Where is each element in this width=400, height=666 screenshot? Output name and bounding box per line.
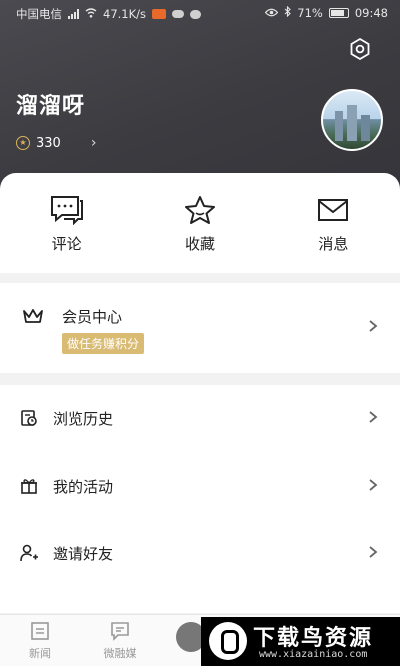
favorites-button[interactable]: 收藏 <box>133 173 266 273</box>
tab-label: 微融媒 <box>103 647 137 660</box>
chevron-right-icon <box>369 411 378 423</box>
chevron-right-icon <box>369 546 378 558</box>
watermark: 下载鸟资源 www.xiazainiao.com <box>201 617 400 666</box>
menu-list: 浏览历史 我的活动 邀请好友 <box>0 385 400 613</box>
cloud-icon <box>172 10 185 18</box>
wifi-icon <box>85 7 97 21</box>
clock: 09:48 <box>354 6 388 20</box>
comment-icon <box>50 196 83 225</box>
add-user-icon <box>20 544 38 562</box>
profile-header: 中国电信 47.1K/s 71% 09:48 溜溜呀 ★ 330 › <box>0 0 400 200</box>
signal-icon <box>68 9 79 19</box>
eye-icon <box>264 6 279 20</box>
bluetooth-icon <box>284 5 292 20</box>
menu-label: 邀请好友 <box>53 545 114 563</box>
battery-icon <box>328 8 349 18</box>
username[interactable]: 溜溜呀 <box>16 88 85 120</box>
menu-label: 我的活动 <box>53 478 114 496</box>
points-link[interactable]: ★ 330 › <box>16 135 96 151</box>
history-icon <box>21 410 37 426</box>
gift-icon <box>21 479 37 494</box>
menu-label: 浏览历史 <box>53 410 114 428</box>
avatar[interactable] <box>321 89 383 151</box>
points-value: 330 <box>36 135 61 151</box>
favorites-label: 收藏 <box>184 235 215 253</box>
carrier-label: 中国电信 <box>16 7 62 21</box>
menu-item-invite[interactable]: 邀请好友 <box>0 520 400 586</box>
crown-icon <box>23 309 43 323</box>
app-notification-icon <box>152 9 167 19</box>
comment-label: 评论 <box>51 235 82 253</box>
member-center-title: 会员中心 <box>62 308 123 326</box>
status-bar: 中国电信 47.1K/s 71% 09:48 <box>0 0 400 28</box>
watermark-logo <box>209 622 247 660</box>
chevron-right-icon <box>369 320 378 332</box>
settings-icon[interactable] <box>348 37 372 61</box>
star-icon <box>184 196 215 224</box>
menu-item-history[interactable]: 浏览历史 <box>0 385 400 451</box>
comment-button[interactable]: 评论 <box>0 173 133 273</box>
tab-media[interactable]: 微融媒 <box>95 621 145 661</box>
media-icon <box>111 622 129 641</box>
news-icon <box>31 622 49 640</box>
network-speed: 47.1K/s <box>103 7 147 21</box>
chevron-right-icon <box>369 479 378 491</box>
menu-item-activities[interactable]: 我的活动 <box>0 453 400 519</box>
messages-button[interactable]: 消息 <box>267 173 400 273</box>
watermark-url: www.xiazainiao.com <box>259 649 368 660</box>
tab-news[interactable]: 新闻 <box>15 621 65 661</box>
chevron-right-icon: › <box>90 135 97 151</box>
messages-label: 消息 <box>318 235 349 253</box>
battery-percent: 71% <box>297 6 323 20</box>
chat-icon <box>190 9 202 19</box>
mail-icon <box>318 199 349 221</box>
quick-actions: 评论 收藏 消息 <box>0 173 400 273</box>
coin-icon: ★ <box>16 136 30 150</box>
tab-label: 新闻 <box>29 647 51 660</box>
watermark-text: 下载鸟资源 <box>253 626 374 651</box>
earn-points-badge[interactable]: 做任务赚积分 <box>62 333 145 354</box>
member-center-item[interactable]: 会员中心 做任务赚积分 <box>0 283 400 373</box>
